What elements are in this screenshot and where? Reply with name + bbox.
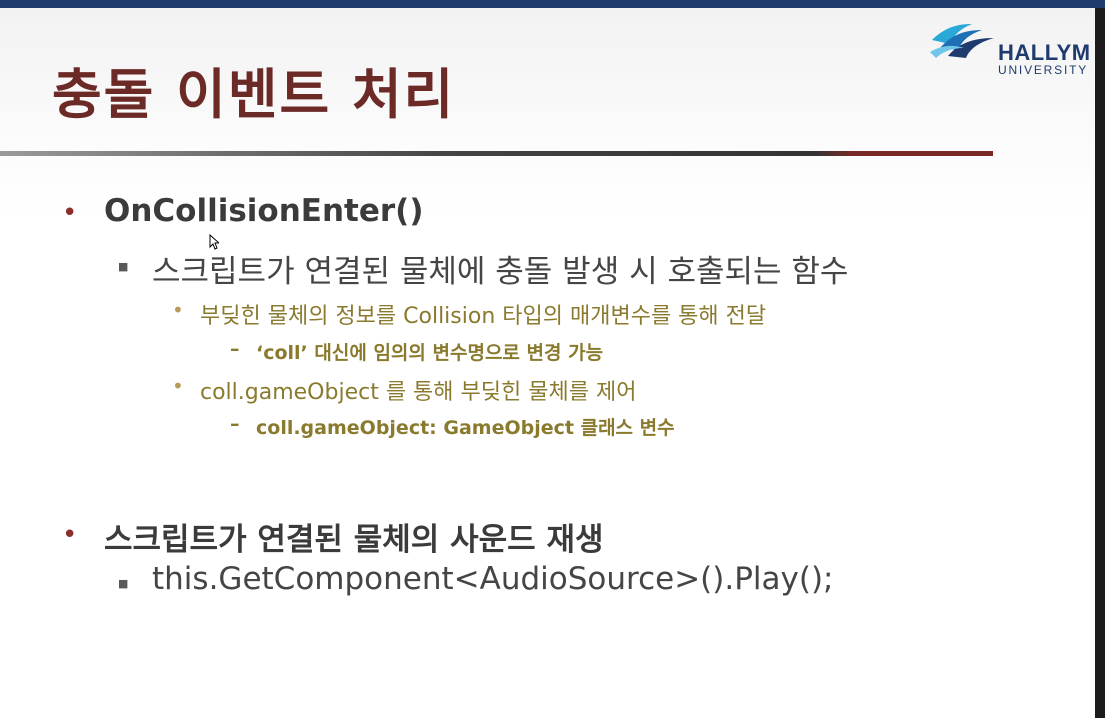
slide: 충돌 이벤트 처리 HALLYM UNIVERSITY • OnCollisio… bbox=[0, 8, 1095, 718]
section-sub-1: 스크립트가 연결된 물체에 충돌 발생 시 호출되는 함수 bbox=[152, 254, 849, 290]
square-bullet-icon: ■ bbox=[118, 260, 129, 273]
detail-note-2: coll.gameObject: GameObject 클래스 변수 bbox=[256, 417, 675, 439]
bullet-icon: • bbox=[172, 374, 184, 398]
code-snippet: this.GetComponent<AudioSource>().Play(); bbox=[152, 561, 834, 597]
logo-subtitle: UNIVERSITY bbox=[998, 63, 1089, 77]
hallym-logo: HALLYM UNIVERSITY bbox=[928, 18, 1093, 78]
mouse-cursor-icon bbox=[209, 234, 219, 250]
section-heading-1: OnCollisionEnter() bbox=[104, 193, 424, 229]
window-edge bbox=[1095, 8, 1105, 718]
detail-item-1: 부딪힌 물체의 정보를 Collision 타입의 매개변수를 통해 전달 bbox=[200, 304, 767, 329]
square-bullet-icon: ■ bbox=[118, 577, 129, 590]
wave-logo-icon bbox=[930, 24, 994, 58]
bullet-icon: • bbox=[62, 198, 78, 228]
dash-icon: – bbox=[230, 338, 240, 360]
bullet-icon: • bbox=[172, 298, 184, 322]
top-accent-bar bbox=[0, 0, 1105, 8]
detail-item-2: coll.gameObject 를 통해 부딪힌 물체를 제어 bbox=[200, 380, 637, 405]
section-heading-2: 스크립트가 연결된 물체의 사운드 재생 bbox=[104, 522, 604, 558]
slide-title: 충돌 이벤트 처리 bbox=[52, 63, 456, 126]
title-divider bbox=[0, 151, 993, 156]
detail-note-1: ‘coll’ 대신에 임의의 변수명으로 변경 가능 bbox=[256, 342, 604, 364]
dash-icon: – bbox=[230, 413, 240, 435]
bullet-icon: • bbox=[62, 520, 78, 550]
